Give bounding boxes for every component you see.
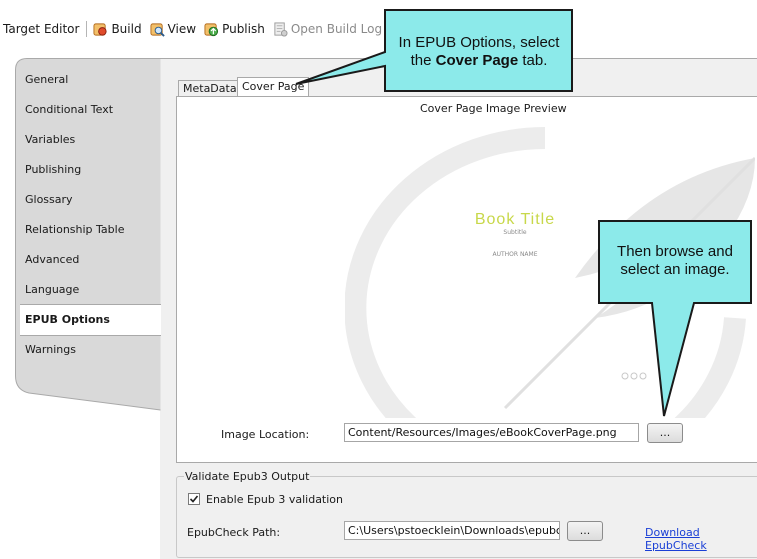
- callout-text-suffix: tab.: [522, 52, 548, 69]
- callout-text-bold: Cover Page: [435, 52, 519, 69]
- callout-select-cover-page-text: In EPUB Options, select the Cover Page t…: [388, 34, 570, 70]
- callout-browse-image-text: Then browse and select an image.: [617, 243, 733, 278]
